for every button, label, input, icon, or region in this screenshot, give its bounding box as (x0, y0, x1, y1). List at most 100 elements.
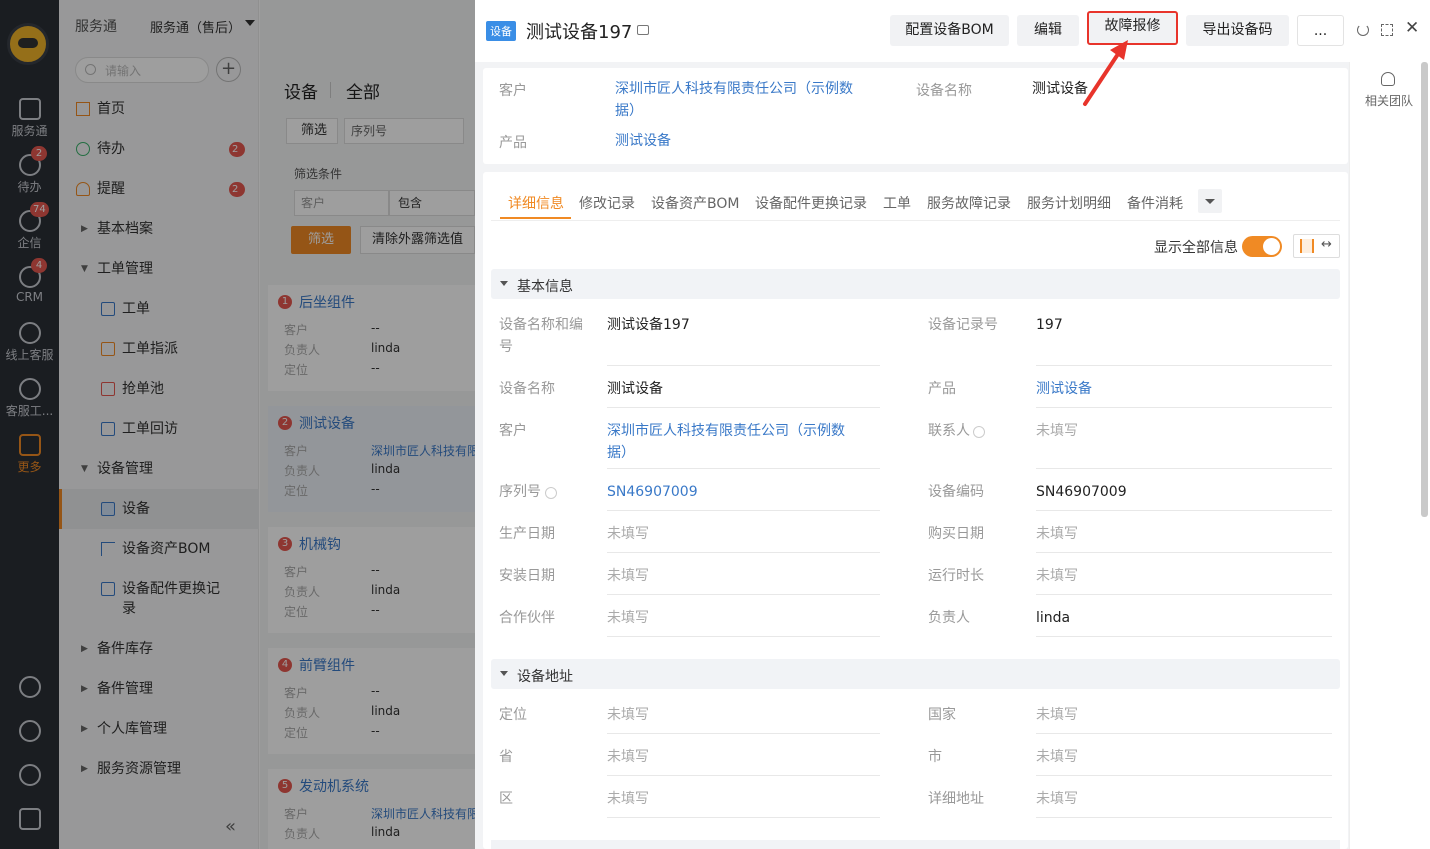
field-value: 未填写 (607, 707, 649, 723)
field-value: 未填写 (607, 749, 649, 765)
field-label: 区 (499, 791, 513, 807)
field-underline (1036, 817, 1332, 818)
customer-link[interactable]: 深圳市匠人科技有限责任公司（示例数据） (607, 420, 847, 464)
tab-parts-usage[interactable]: 备件消耗 (1127, 193, 1183, 213)
section-title: 设备地址 (517, 669, 573, 685)
customer-link[interactable]: 深圳市匠人科技有限责任公司（示例数据） (615, 78, 865, 122)
field-label: 联系人 (928, 423, 970, 439)
scrollbar[interactable] (1421, 62, 1428, 517)
lock-icon (637, 25, 649, 35)
tab-workorder[interactable]: 工单 (883, 193, 911, 213)
tab-plan[interactable]: 服务计划明细 (1027, 193, 1111, 213)
field-underline (607, 552, 880, 553)
help-icon[interactable] (973, 426, 985, 438)
expand-horizontal-icon[interactable]: ↔ (1321, 237, 1332, 252)
section-title: 基本信息 (517, 279, 573, 295)
field-value: 测试设备 (607, 381, 663, 397)
annotation-arrow (1083, 40, 1128, 106)
field-underline (607, 365, 880, 366)
field-underline (607, 636, 880, 637)
fullscreen-icon[interactable] (1381, 24, 1393, 36)
field-label: 客户 (499, 83, 527, 99)
section-basic[interactable]: 基本信息 (491, 269, 1340, 299)
field-label: 安装日期 (499, 568, 555, 584)
field-value: 未填写 (1036, 749, 1078, 765)
next-section (491, 840, 1340, 849)
show-all-label: 显示全部信息 (1154, 240, 1238, 256)
tab-parts-replace[interactable]: 设备配件更换记录 (755, 193, 867, 213)
columns-icon[interactable] (1300, 239, 1314, 253)
config-bom-button[interactable]: 配置设备BOM (890, 15, 1009, 46)
product-link[interactable]: 测试设备 (615, 130, 671, 152)
field-label: 详细地址 (928, 791, 984, 807)
field-underline (1036, 365, 1332, 366)
summary-card: 客户 深圳市匠人科技有限责任公司（示例数据） 设备名称 测试设备 产品 测试设备 (483, 68, 1348, 164)
show-all-toggle[interactable] (1242, 236, 1282, 257)
field-underline (1036, 636, 1332, 637)
tab-bom[interactable]: 设备资产BOM (651, 193, 739, 213)
refresh-icon[interactable] (1357, 24, 1369, 36)
tabs-more-button[interactable] (1198, 189, 1222, 213)
field-label: 设备名称 (916, 83, 972, 99)
help-icon[interactable] (545, 487, 557, 499)
drawer-side-rail: 相关团队 (1349, 62, 1430, 849)
field-label: 国家 (928, 707, 956, 723)
toggle-knob (1263, 238, 1280, 255)
section-address[interactable]: 设备地址 (491, 659, 1340, 689)
field-underline (607, 817, 880, 818)
product-link[interactable]: 测试设备 (1036, 378, 1092, 400)
field-underline (1036, 775, 1332, 776)
field-value: SN46907009 (1036, 484, 1127, 500)
field-value: linda (1036, 610, 1071, 626)
field-label: 生产日期 (499, 526, 555, 542)
close-icon[interactable]: ✕ (1405, 18, 1419, 38)
field-underline (607, 775, 880, 776)
serial-link[interactable]: SN46907009 (607, 481, 698, 503)
field-underline (1036, 552, 1332, 553)
field-label: 产品 (928, 381, 956, 397)
edit-button[interactable]: 编辑 (1017, 15, 1079, 46)
field-underline (607, 468, 880, 469)
field-value: 未填写 (1036, 791, 1078, 807)
field-label: 省 (499, 749, 513, 765)
field-value: 197 (1036, 317, 1063, 333)
field-underline (1036, 468, 1332, 469)
field-value: 未填写 (1036, 423, 1078, 439)
drawer-header: 设备 测试设备197 配置设备BOM 编辑 故障报修 导出设备码 ... ✕ (475, 0, 1430, 62)
team-label[interactable]: 相关团队 (1365, 92, 1413, 109)
field-label: 合作伙伴 (499, 610, 555, 626)
field-value: 测试设备197 (607, 317, 690, 333)
field-label: 设备名称和编号 (499, 317, 583, 355)
field-label: 购买日期 (928, 526, 984, 542)
field-label: 定位 (499, 707, 527, 723)
tab-detail[interactable]: 详细信息 (508, 193, 564, 213)
field-underline (607, 510, 880, 511)
more-button[interactable]: ... (1297, 15, 1344, 46)
field-label: 运行时长 (928, 568, 984, 584)
field-label: 负责人 (928, 610, 970, 626)
field-label: 序列号 (499, 484, 541, 500)
field-underline (607, 407, 880, 408)
export-code-button[interactable]: 导出设备码 (1186, 15, 1289, 46)
field-value: 未填写 (607, 568, 649, 584)
field-value: 未填写 (607, 791, 649, 807)
field-label: 市 (928, 749, 942, 765)
detail-drawer: 设备 测试设备197 配置设备BOM 编辑 故障报修 导出设备码 ... ✕ 相… (475, 0, 1430, 849)
modal-overlay[interactable] (0, 0, 475, 849)
field-label: 设备名称 (499, 381, 555, 397)
field-underline (607, 733, 880, 734)
chevron-down-icon (1205, 199, 1215, 204)
field-underline (607, 594, 880, 595)
layout-switch[interactable]: ↔ (1293, 234, 1340, 258)
field-value: 未填写 (1036, 568, 1078, 584)
field-value: 未填写 (1036, 707, 1078, 723)
field-underline (1036, 733, 1332, 734)
team-icon[interactable] (1381, 72, 1395, 86)
tab-fault[interactable]: 服务故障记录 (927, 193, 1011, 213)
field-label: 产品 (499, 135, 527, 151)
tab-history[interactable]: 修改记录 (579, 193, 635, 213)
record-title: 测试设备197 (526, 22, 633, 43)
field-underline (1036, 594, 1332, 595)
field-value: 未填写 (607, 526, 649, 542)
tabs-divider (491, 220, 1340, 221)
